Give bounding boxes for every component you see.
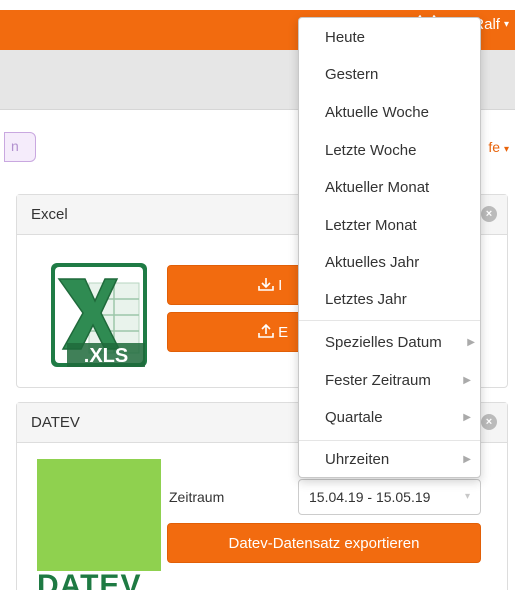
chevron-right-icon: ▶ xyxy=(463,375,471,386)
menu-item-quartale[interactable]: Quartale ▶ xyxy=(299,403,480,433)
datev-logo-block xyxy=(37,459,161,571)
menu-item-letzter-monat[interactable]: Letzter Monat xyxy=(299,211,480,241)
close-icon[interactable]: × xyxy=(481,414,497,430)
menu-item-aktueller-monat[interactable]: Aktueller Monat xyxy=(299,173,480,203)
close-icon[interactable]: × xyxy=(481,206,497,222)
menu-item-label: Quartale xyxy=(325,409,383,426)
chevron-down-icon: ▾ xyxy=(464,491,470,502)
menu-divider xyxy=(299,440,480,441)
excel-import-label: I xyxy=(278,277,283,294)
excel-panel-title: Excel xyxy=(31,206,68,223)
excel-export-button[interactable]: E xyxy=(167,312,307,352)
menu-item-label: Letztes Jahr xyxy=(325,291,407,308)
filter-dropdown-toggle[interactable]: fe ▾ xyxy=(488,139,509,155)
excel-export-label: E xyxy=(278,324,289,341)
menu-item-gestern[interactable]: Gestern xyxy=(299,60,480,90)
menu-item-label: Aktuelles Jahr xyxy=(325,254,420,271)
zeitraum-label: Zeitraum xyxy=(169,489,225,505)
xls-logo-text: .XLS xyxy=(84,345,128,367)
chevron-right-icon: ▶ xyxy=(467,337,475,348)
filter-pill[interactable]: n xyxy=(4,132,36,162)
datev-logo-text: DATEV xyxy=(37,569,142,590)
zeitraum-dropdown-menu: Heute Gestern Aktuelle Woche Letzte Woch… xyxy=(298,17,481,478)
menu-item-label: Heute xyxy=(325,29,366,46)
menu-item-heute[interactable]: Heute xyxy=(299,23,480,53)
menu-item-label: Letzte Woche xyxy=(325,142,417,159)
excel-xls-logo: .XLS xyxy=(51,263,147,367)
menu-item-label: Spezielles Datum xyxy=(325,334,442,351)
menu-item-label: Gestern xyxy=(325,66,379,83)
filter-dropdown-label: fe xyxy=(488,139,501,155)
menu-item-label: Letzter Monat xyxy=(325,217,417,234)
upload-icon xyxy=(258,323,278,341)
chevron-right-icon: ▶ xyxy=(463,412,471,423)
menu-item-aktuelle-woche[interactable]: Aktuelle Woche xyxy=(299,98,480,128)
menu-divider xyxy=(299,320,480,321)
menu-item-label: Aktuelle Woche xyxy=(325,104,429,121)
menu-item-letztes-jahr[interactable]: Letztes Jahr xyxy=(299,285,480,315)
menu-item-fester-zeitraum[interactable]: Fester Zeitraum ▶ xyxy=(299,366,480,396)
zeitraum-select[interactable]: 15.04.19 - 15.05.19 ▾ xyxy=(298,479,481,515)
menu-item-label: Aktueller Monat xyxy=(325,179,430,196)
download-icon xyxy=(258,277,278,294)
chevron-right-icon: ▶ xyxy=(463,454,471,465)
filter-pill-label: n xyxy=(11,138,19,154)
zeitraum-value: 15.04.19 - 15.05.19 xyxy=(309,489,431,505)
menu-item-label: Uhrzeiten xyxy=(325,451,390,468)
chevron-down-icon: ▾ xyxy=(503,144,509,155)
menu-item-label: Fester Zeitraum xyxy=(325,372,431,389)
menu-item-aktuelles-jahr[interactable]: Aktuelles Jahr xyxy=(299,248,480,278)
datev-export-button[interactable]: Datev-Datensatz exportieren xyxy=(167,523,481,563)
chevron-down-icon[interactable]: ▾ xyxy=(504,19,509,30)
excel-import-button[interactable]: I xyxy=(167,265,307,305)
menu-item-spezielles-datum[interactable]: Spezielles Datum ▶ xyxy=(299,328,480,358)
datev-panel-title: DATEV xyxy=(31,414,80,431)
menu-item-uhrzeiten[interactable]: Uhrzeiten ▶ xyxy=(299,445,480,475)
menu-item-letzte-woche[interactable]: Letzte Woche xyxy=(299,136,480,166)
